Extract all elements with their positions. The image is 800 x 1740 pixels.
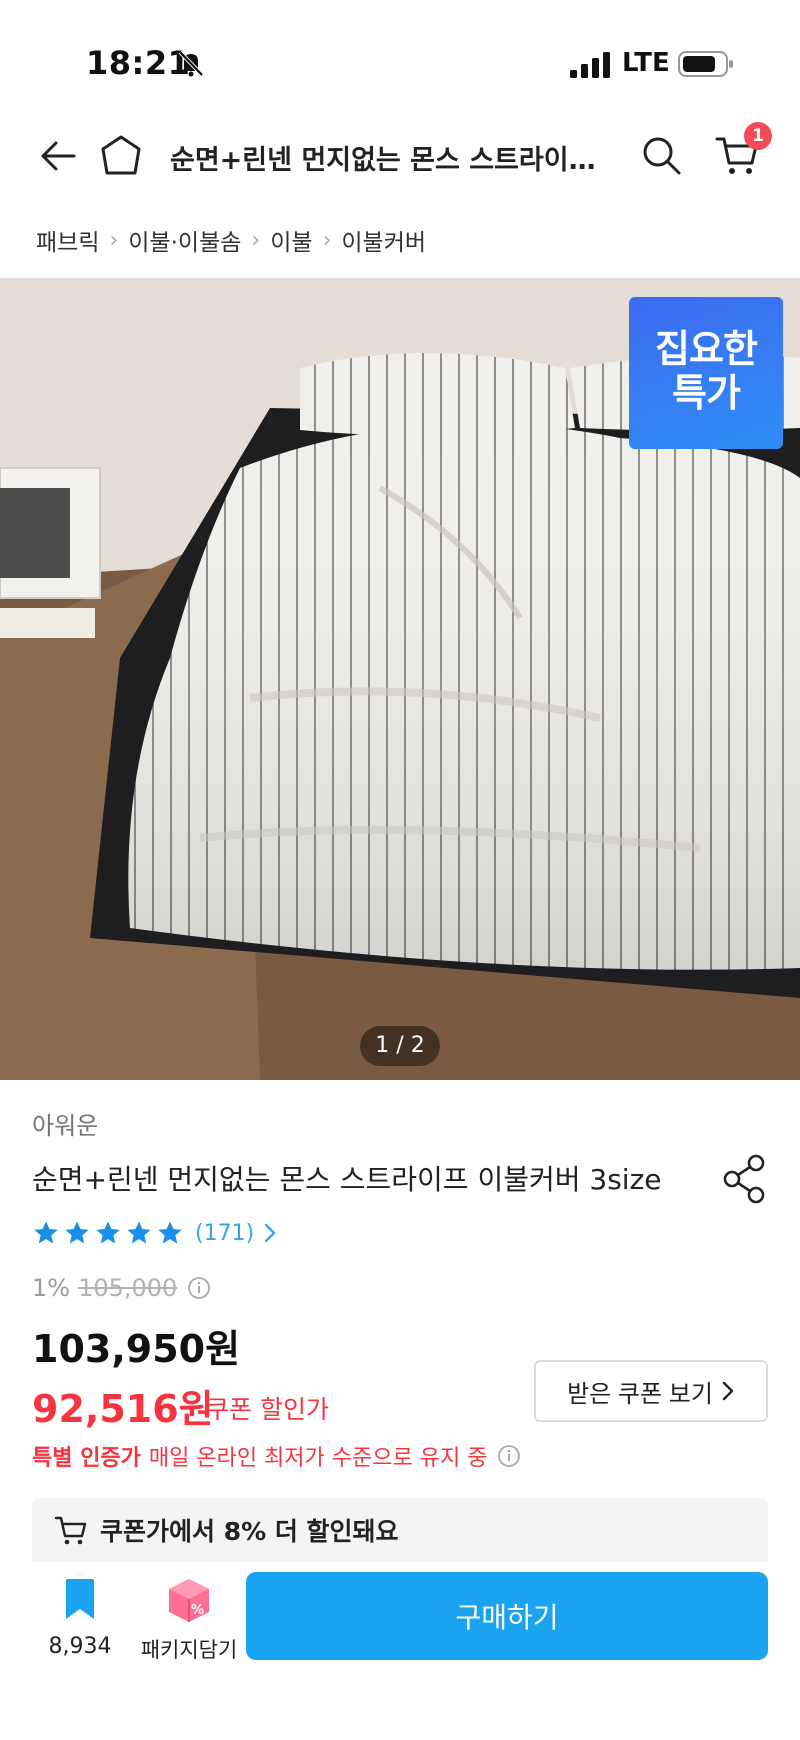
top-nav: 순면+린넨 먼지없는 몬스 스트라이… (0, 110, 800, 202)
search-icon[interactable] (640, 134, 682, 176)
certified-price-label: 특별 인증가 (32, 1446, 141, 1471)
product-image[interactable]: 집요한 특가 1 / 2 (0, 278, 800, 1080)
bookmark-icon (66, 1579, 94, 1619)
rating-stars (32, 1219, 187, 1247)
coupon-price-label: 쿠폰 할인가 (206, 1395, 329, 1424)
discount-row: 1% 105,000 (32, 1274, 211, 1302)
certified-price-description: 매일 온라인 최저가 수준으로 유지 중 (148, 1446, 488, 1471)
add-to-package-button[interactable]: % 패키지담기 (134, 1576, 244, 1666)
breadcrumb-item-fabric[interactable]: 패브릭 (36, 223, 99, 257)
special-deal-badge-line1: 집요한 (655, 327, 758, 371)
star-icon (96, 1221, 120, 1244)
breadcrumb-separator-icon: › (251, 227, 261, 253)
breadcrumb: 패브릭 › 이불·이불솜 › 이불 › 이불커버 (36, 222, 426, 258)
status-time: 18:21 (86, 44, 191, 82)
cart-icon (54, 1516, 87, 1545)
bottom-action-bar: 8,934 % 패키지담기 구매하기 (0, 1562, 800, 1740)
share-icon[interactable] (722, 1154, 768, 1204)
view-coupons-button[interactable]: 받은 쿠폰 보기 (534, 1360, 768, 1422)
chevron-right-icon (264, 1223, 276, 1243)
bookmark-count: 8,934 (48, 1634, 112, 1659)
package-box-icon: % (169, 1579, 209, 1622)
battery-icon (678, 51, 733, 77)
star-icon (158, 1221, 182, 1244)
star-icon (34, 1221, 58, 1244)
chevron-right-icon (722, 1381, 734, 1401)
cart-count-badge: 1 (744, 122, 772, 150)
breadcrumb-item-bedding[interactable]: 이불·이불솜 (128, 223, 241, 257)
back-arrow-icon[interactable] (36, 134, 80, 178)
info-icon[interactable] (187, 1276, 211, 1300)
brand-name[interactable]: 아워운 (32, 1106, 98, 1141)
package-label: 패키지담기 (140, 1638, 238, 1662)
certified-price-row: 특별 인증가 매일 온라인 최저가 수준으로 유지 중 (32, 1440, 521, 1472)
special-deal-badge-line2: 특가 (672, 371, 741, 415)
sale-price: 103,950원 (32, 1327, 241, 1371)
special-deal-badge: 집요한 특가 (629, 297, 783, 449)
coupon-banner-text: 쿠폰가에서 8% 더 할인돼요 (100, 1517, 399, 1546)
home-icon[interactable] (98, 132, 144, 178)
bell-off-icon (178, 50, 204, 77)
view-coupons-label: 받은 쿠폰 보기 (567, 1380, 713, 1408)
signal-icon (570, 52, 610, 78)
breadcrumb-item-blanket[interactable]: 이불 (270, 223, 312, 257)
coupon-banner[interactable]: 쿠폰가에서 8% 더 할인돼요 (32, 1498, 768, 1562)
bookmark-button[interactable]: 8,934 (40, 1576, 120, 1666)
buy-button[interactable]: 구매하기 (246, 1572, 768, 1660)
breadcrumb-item-duvet-cover[interactable]: 이불커버 (341, 223, 426, 257)
coupon-price: 92,516원 (32, 1387, 214, 1431)
svg-text:%: % (191, 1603, 204, 1618)
star-icon (65, 1221, 89, 1244)
rating-row[interactable]: (171) (32, 1216, 280, 1250)
review-count[interactable]: (171) (195, 1221, 254, 1246)
original-price: 105,000 (78, 1274, 178, 1302)
breadcrumb-separator-icon: › (322, 227, 332, 253)
discount-rate: 1% (32, 1274, 71, 1302)
info-icon[interactable] (497, 1444, 521, 1468)
star-icon (127, 1221, 151, 1244)
network-type: LTE (622, 48, 670, 78)
status-bar: 18:21 LTE (0, 0, 800, 110)
product-title: 순면+린넨 먼지없는 몬스 스트라이프 이불커버 3size (32, 1163, 662, 1196)
breadcrumb-separator-icon: › (109, 227, 119, 253)
nav-title: 순면+린넨 먼지없는 몬스 스트라이… (170, 145, 596, 176)
image-page-indicator: 1 / 2 (360, 1026, 440, 1066)
